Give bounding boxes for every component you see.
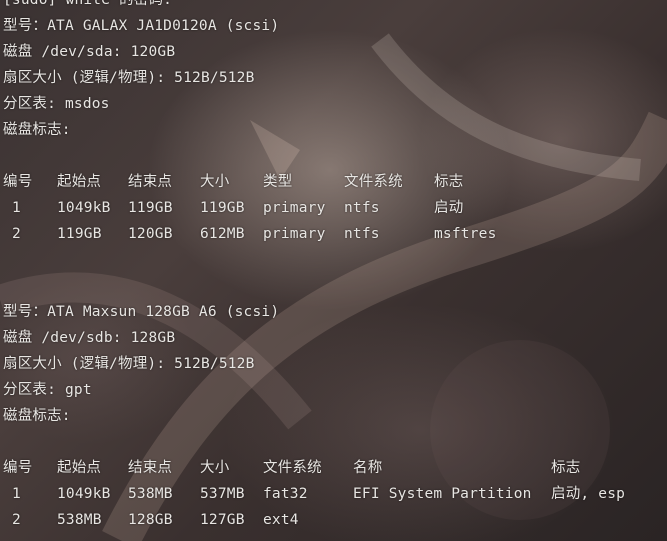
cell-size: 127GB xyxy=(200,512,245,528)
disk2-device: 磁盘 /dev/sdb: 128GB xyxy=(3,330,176,346)
cell-end: 120GB xyxy=(128,226,173,242)
disk1-sector-size: 扇区大小 (逻辑/物理): 512B/512B xyxy=(3,70,255,86)
disk1-model: 型号：ATA GALAX JA1D0120A (scsi) xyxy=(3,18,280,34)
cell-end: 538MB xyxy=(128,486,173,502)
disk2-flags: 磁盘标志: xyxy=(3,408,71,424)
table-row: 1 1049kB 538MB 537MB fat32 EFI System Pa… xyxy=(3,481,663,507)
cell-filesystem: fat32 xyxy=(263,486,308,502)
sudo-prompt-line: [sudo] white 的密码: xyxy=(3,0,173,8)
cell-filesystem: ntfs xyxy=(344,200,380,216)
header-flags: 标志 xyxy=(551,460,581,476)
header-end: 结束点 xyxy=(128,460,173,476)
cell-start: 1049kB xyxy=(57,486,111,502)
cell-end: 119GB xyxy=(128,200,173,216)
header-number: 编号 xyxy=(3,174,33,190)
cell-filesystem: ext4 xyxy=(263,512,299,528)
disk1-table-header: 编号 起始点 结束点 大小 类型 文件系统 标志 xyxy=(3,169,663,195)
disk2-model: 型号：ATA Maxsun 128GB A6 (scsi) xyxy=(3,304,280,320)
cell-name: EFI System Partition xyxy=(353,486,532,502)
header-size: 大小 xyxy=(200,174,230,190)
disk1-partition-table: 分区表: msdos xyxy=(3,96,110,112)
header-number: 编号 xyxy=(3,460,33,476)
header-type: 类型 xyxy=(263,174,293,190)
disk1-flags: 磁盘标志: xyxy=(3,122,71,138)
header-flags: 标志 xyxy=(434,174,464,190)
cell-end: 128GB xyxy=(128,512,173,528)
cell-size: 612MB xyxy=(200,226,245,242)
cell-type: primary xyxy=(263,200,326,216)
disk2-table-header: 编号 起始点 结束点 大小 文件系统 名称 标志 xyxy=(3,455,663,481)
cell-start: 538MB xyxy=(57,512,102,528)
cell-flags: msftres xyxy=(434,226,497,242)
header-filesystem: 文件系统 xyxy=(344,174,403,190)
disk1-device: 磁盘 /dev/sda: 120GB xyxy=(3,44,176,60)
cell-filesystem: ntfs xyxy=(344,226,380,242)
disk2-partition-table: 分区表: gpt xyxy=(3,382,92,398)
cell-type: primary xyxy=(263,226,326,242)
header-name: 名称 xyxy=(353,460,383,476)
table-row: 1 1049kB 119GB 119GB primary ntfs 启动 xyxy=(3,195,663,221)
cell-flags: 启动, esp xyxy=(551,486,626,502)
cell-number: 2 xyxy=(12,226,21,242)
cell-flags: 启动 xyxy=(434,200,464,216)
cell-start: 119GB xyxy=(57,226,102,242)
cell-size: 119GB xyxy=(200,200,245,216)
header-filesystem: 文件系统 xyxy=(263,460,322,476)
cell-number: 1 xyxy=(12,486,21,502)
table-row: 2 538MB 128GB 127GB ext4 xyxy=(3,507,663,533)
header-start: 起始点 xyxy=(57,174,102,190)
cell-number: 2 xyxy=(12,512,21,528)
cell-start: 1049kB xyxy=(57,200,111,216)
header-end: 结束点 xyxy=(128,174,173,190)
terminal-output: [sudo] white 的密码: 型号：ATA GALAX JA1D0120A… xyxy=(3,0,663,541)
cell-size: 537MB xyxy=(200,486,245,502)
disk2-sector-size: 扇区大小 (逻辑/物理): 512B/512B xyxy=(3,356,255,372)
header-start: 起始点 xyxy=(57,460,102,476)
table-row: 2 119GB 120GB 612MB primary ntfs msftres xyxy=(3,221,663,247)
header-size: 大小 xyxy=(200,460,230,476)
cell-number: 1 xyxy=(12,200,21,216)
